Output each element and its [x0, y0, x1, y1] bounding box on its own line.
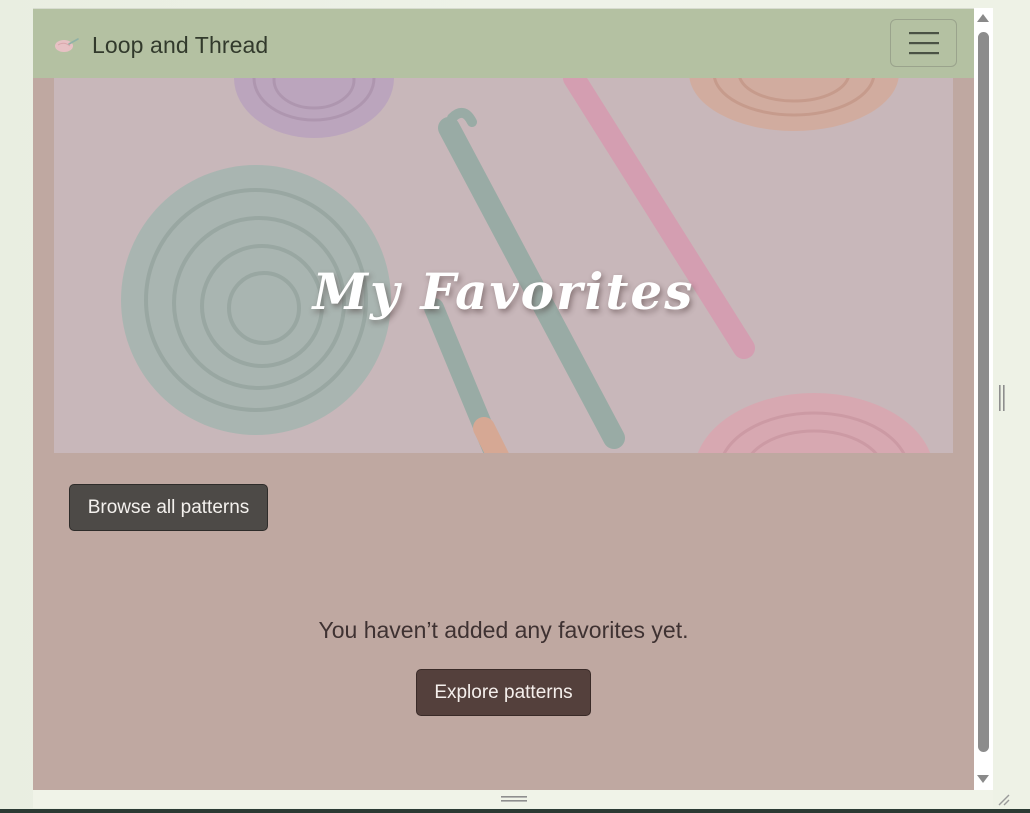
menu-toggle-button[interactable] [890, 19, 957, 67]
brand-link[interactable]: Loop and Thread [53, 31, 268, 59]
hamburger-menu-icon [908, 32, 939, 55]
vertical-grip-icon[interactable] [999, 385, 1005, 411]
horizontal-grip-icon[interactable] [501, 796, 527, 802]
page-viewport: Loop and Thread My Favorites Browse all … [33, 8, 974, 791]
scroll-down-arrow-icon[interactable] [977, 775, 989, 783]
brand-name: Loop and Thread [92, 31, 269, 58]
hero-banner: My Favorites [54, 78, 953, 453]
page-title: My Favorites [312, 261, 695, 321]
explore-patterns-button[interactable]: Explore patterns [416, 669, 591, 716]
taskbar-edge [0, 809, 1030, 813]
browse-all-patterns-button[interactable]: Browse all patterns [69, 484, 268, 531]
resize-corner-icon[interactable] [996, 792, 1010, 806]
yarn-logo-icon [55, 38, 79, 52]
vertical-scrollbar[interactable] [974, 8, 993, 790]
navbar: Loop and Thread [33, 9, 974, 78]
scrollbar-thumb[interactable] [978, 32, 989, 752]
window-background: Loop and Thread My Favorites Browse all … [0, 0, 1030, 813]
scroll-up-arrow-icon[interactable] [977, 14, 989, 22]
empty-favorites-message: You haven’t added any favorites yet. [318, 617, 689, 643]
